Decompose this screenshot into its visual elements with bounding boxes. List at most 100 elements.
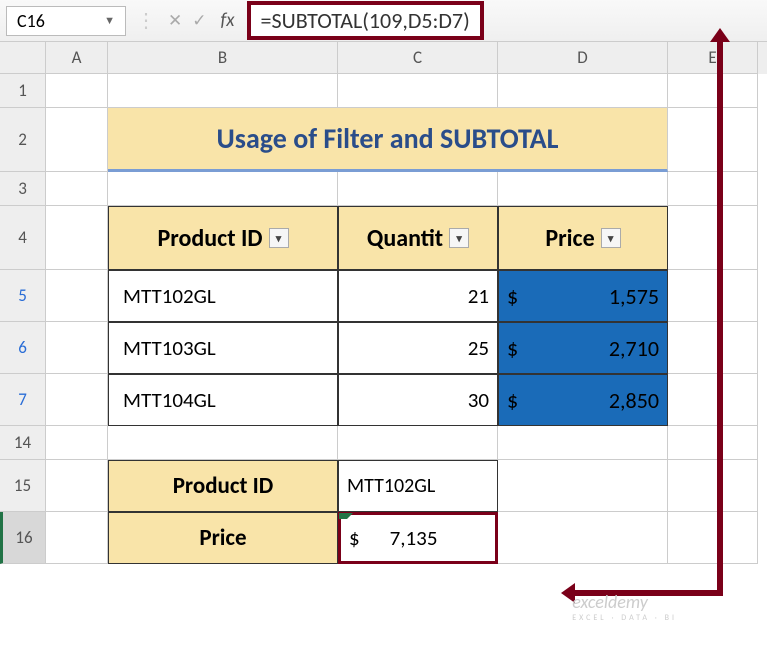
- header-quantity[interactable]: Quantit ▾: [338, 206, 498, 270]
- cell[interactable]: [668, 270, 758, 322]
- cell[interactable]: [338, 74, 498, 108]
- row-header-5[interactable]: 5: [0, 270, 46, 322]
- formula-bar: C16 ▼ ⋮ ✕ ✓ fx =SUBTOTAL(109,D5:D7): [0, 0, 767, 42]
- watermark-text: exceldemy: [572, 591, 648, 613]
- header-product-id[interactable]: Product ID ▾: [108, 206, 338, 270]
- cell[interactable]: [668, 172, 758, 206]
- cell[interactable]: [46, 206, 108, 270]
- row-6: 6 MTT103GL 25 $ 2,710: [0, 322, 767, 374]
- column-headers: A B C D E: [0, 42, 767, 74]
- cell[interactable]: [46, 172, 108, 206]
- price-value: 2,850: [609, 387, 659, 414]
- total-value: 7,135: [390, 525, 438, 551]
- cell-quantity[interactable]: 30: [338, 374, 498, 426]
- title-cell[interactable]: Usage of Filter and SUBTOTAL: [108, 108, 668, 172]
- separator-icon: ⋮: [132, 8, 160, 33]
- row-2: 2 Usage of Filter and SUBTOTAL: [0, 108, 767, 172]
- cell-quantity[interactable]: 21: [338, 270, 498, 322]
- row-header-1[interactable]: 1: [0, 74, 46, 108]
- label-product-id[interactable]: Product ID: [108, 460, 338, 512]
- row-header-14[interactable]: 14: [0, 426, 46, 460]
- currency-symbol: $: [349, 525, 360, 551]
- col-header-a[interactable]: A: [46, 42, 108, 74]
- chevron-down-icon[interactable]: ▼: [104, 14, 115, 27]
- cell[interactable]: [108, 426, 338, 460]
- row-header-2[interactable]: 2: [0, 108, 46, 172]
- selected-cell-c16[interactable]: $ 7,135: [338, 512, 498, 564]
- filter-active-icon[interactable]: ▾: [601, 228, 621, 248]
- cell[interactable]: [46, 322, 108, 374]
- watermark: exceldemy EXCEL · DATA · BI: [572, 591, 677, 623]
- cell-product-id[interactable]: MTT103GL: [108, 322, 338, 374]
- row-1: 1: [0, 74, 767, 108]
- value-product-id[interactable]: MTT102GL: [338, 460, 498, 512]
- cell[interactable]: [498, 74, 668, 108]
- select-all-corner[interactable]: [0, 42, 46, 74]
- cell[interactable]: [498, 426, 668, 460]
- cell[interactable]: [668, 512, 758, 564]
- col-header-d[interactable]: D: [498, 42, 668, 74]
- col-header-b[interactable]: B: [108, 42, 338, 74]
- enter-icon[interactable]: ✓: [190, 10, 208, 31]
- cell[interactable]: [498, 172, 668, 206]
- filter-dropdown-icon[interactable]: ▾: [269, 228, 289, 248]
- cell[interactable]: [668, 426, 758, 460]
- currency-symbol: $: [507, 283, 518, 310]
- row-header-15[interactable]: 15: [0, 460, 46, 512]
- col-header-e[interactable]: E: [668, 42, 758, 74]
- name-box-value: C16: [17, 10, 45, 32]
- row-7: 7 MTT104GL 30 $ 2,850: [0, 374, 767, 426]
- cell-price[interactable]: $ 2,710: [498, 322, 668, 374]
- price-value: 1,575: [609, 283, 659, 310]
- row-14: 14: [0, 426, 767, 460]
- row-15: 15 Product ID MTT102GL: [0, 460, 767, 512]
- cell[interactable]: [46, 512, 108, 564]
- cell[interactable]: [668, 322, 758, 374]
- header-label: Product ID: [158, 224, 263, 253]
- row-16: 16 Price $ 7,135: [0, 512, 767, 564]
- cell[interactable]: [498, 512, 668, 564]
- cell[interactable]: [668, 74, 758, 108]
- col-header-c[interactable]: C: [338, 42, 498, 74]
- cell-price[interactable]: $ 2,850: [498, 374, 668, 426]
- header-price[interactable]: Price ▾: [498, 206, 668, 270]
- cell[interactable]: [338, 426, 498, 460]
- row-5: 5 MTT102GL 21 $ 1,575: [0, 270, 767, 322]
- cell[interactable]: [668, 108, 758, 172]
- cell[interactable]: [46, 460, 108, 512]
- cell[interactable]: [46, 374, 108, 426]
- cell[interactable]: [108, 172, 338, 206]
- cell-product-id[interactable]: MTT102GL: [108, 270, 338, 322]
- name-box[interactable]: C16 ▼: [6, 6, 126, 36]
- cell[interactable]: [46, 426, 108, 460]
- cell[interactable]: [498, 460, 668, 512]
- cell[interactable]: [46, 270, 108, 322]
- price-value: 2,710: [609, 335, 659, 362]
- row-3: 3: [0, 172, 767, 206]
- row-header-7[interactable]: 7: [0, 374, 46, 426]
- cancel-icon[interactable]: ✕: [166, 10, 184, 31]
- currency-symbol: $: [507, 335, 518, 362]
- label-price[interactable]: Price: [108, 512, 338, 564]
- formula-input[interactable]: =SUBTOTAL(109,D5:D7): [247, 1, 484, 40]
- cell-product-id[interactable]: MTT104GL: [108, 374, 338, 426]
- cell[interactable]: [46, 74, 108, 108]
- cell[interactable]: [668, 374, 758, 426]
- fx-icon[interactable]: fx: [215, 9, 241, 32]
- row-header-3[interactable]: 3: [0, 172, 46, 206]
- header-label: Quantit: [367, 224, 443, 253]
- filter-dropdown-icon[interactable]: ▾: [449, 228, 469, 248]
- cell[interactable]: [108, 74, 338, 108]
- row-header-4[interactable]: 4: [0, 206, 46, 270]
- row-header-16[interactable]: 16: [0, 512, 46, 564]
- header-label: Price: [545, 224, 594, 253]
- cell-price[interactable]: $ 1,575: [498, 270, 668, 322]
- row-4: 4 Product ID ▾ Quantit ▾ Price ▾: [0, 206, 767, 270]
- cell[interactable]: [668, 206, 758, 270]
- watermark-subtitle: EXCEL · DATA · BI: [572, 613, 677, 623]
- cell[interactable]: [46, 108, 108, 172]
- cell[interactable]: [668, 460, 758, 512]
- cell[interactable]: [338, 172, 498, 206]
- cell-quantity[interactable]: 25: [338, 322, 498, 374]
- row-header-6[interactable]: 6: [0, 322, 46, 374]
